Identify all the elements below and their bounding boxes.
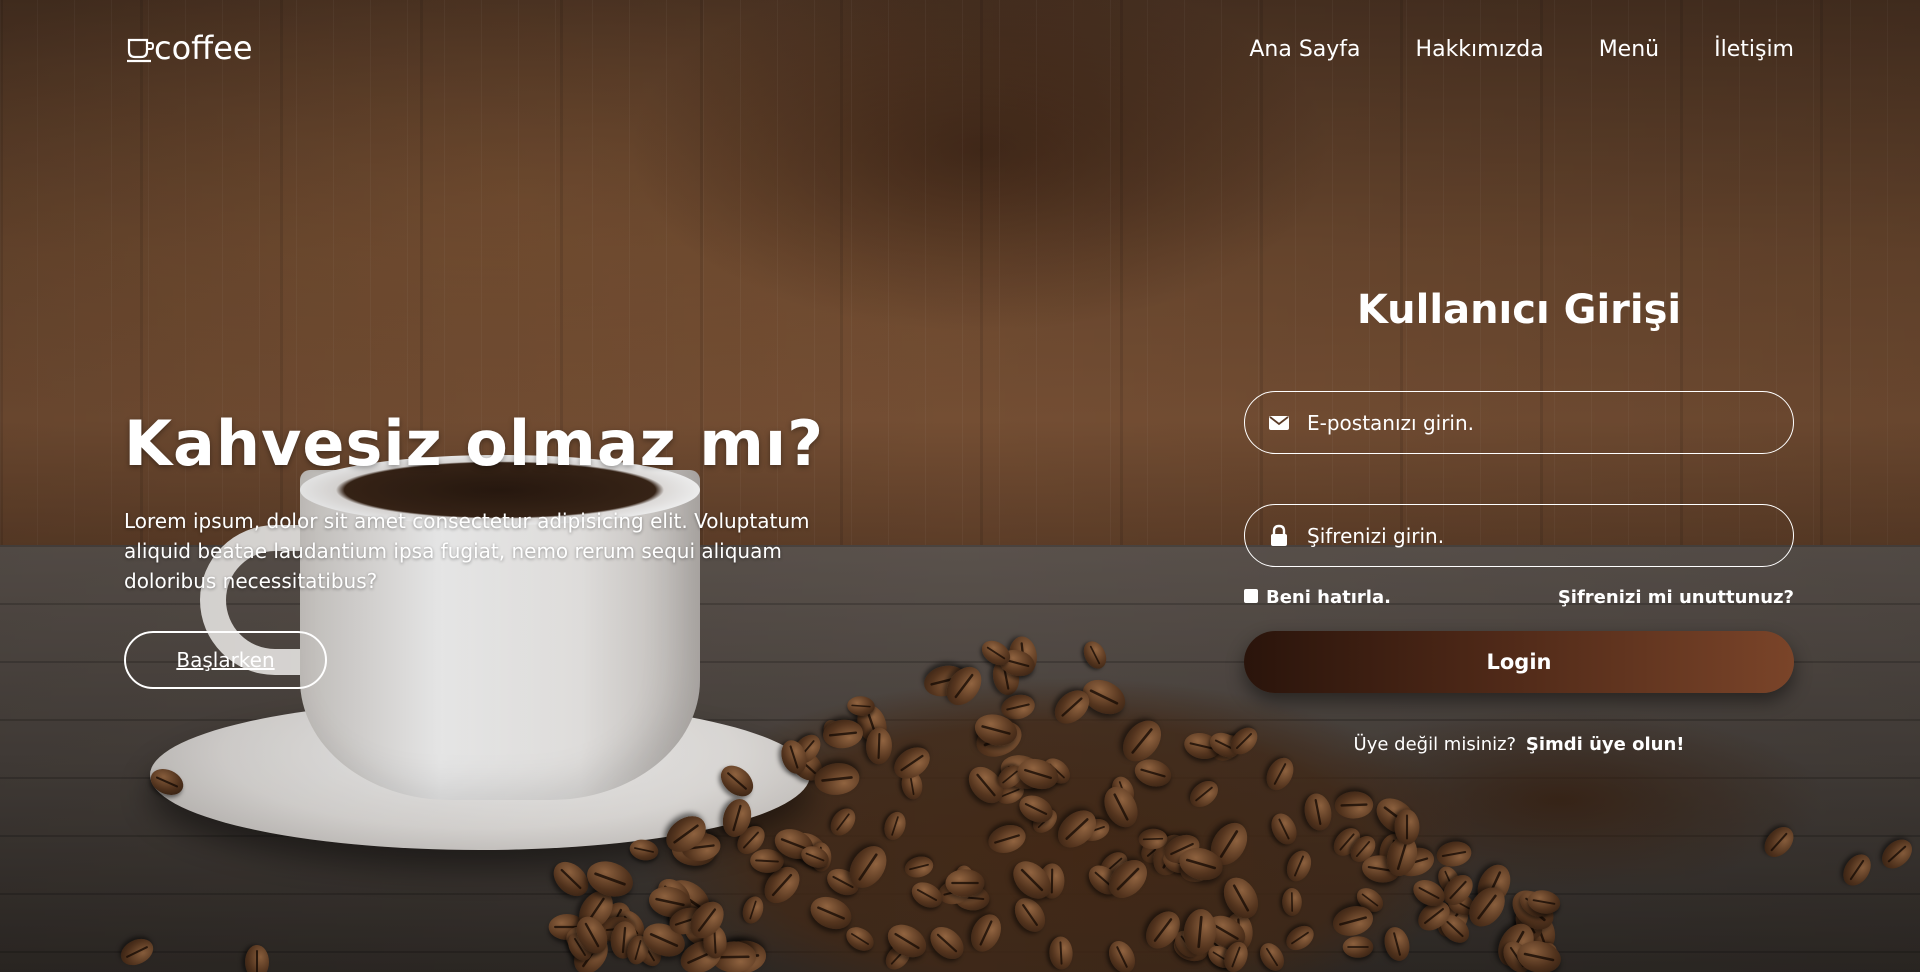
register-text: Üye değil misiniz?: [1353, 734, 1517, 755]
remember-me[interactable]: Beni hatırla.: [1244, 586, 1391, 610]
background-image: [0, 0, 1920, 972]
coffee-cup-icon: [127, 38, 155, 63]
forgot-password-link[interactable]: Şifrenizi mi unuttunuz?: [1558, 586, 1794, 610]
login-button[interactable]: Login: [1244, 631, 1794, 693]
nav-item-about[interactable]: Hakkımızda: [1416, 36, 1544, 64]
logo-text: coffee: [154, 29, 253, 67]
nav-item-menu[interactable]: Menü: [1599, 36, 1659, 64]
logo[interactable]: coffee: [126, 30, 253, 66]
envelope-icon: [1269, 415, 1289, 430]
login-title: Kullanıcı Girişi: [1356, 287, 1682, 333]
hero-description: Lorem ipsum, dolor sit amet consectetur …: [124, 509, 810, 593]
hero-title: Kahvesiz olmaz mı?: [124, 407, 825, 480]
nav-item-contact[interactable]: İletişim: [1714, 36, 1794, 64]
password-field[interactable]: [1244, 504, 1794, 567]
remember-label: Beni hatırla.: [1266, 587, 1391, 608]
email-input[interactable]: [1307, 410, 1767, 435]
password-input[interactable]: [1307, 523, 1767, 548]
lock-icon: [1271, 524, 1287, 546]
site-header: coffee Ana Sayfa Hakkımızda Menü İletişi…: [0, 0, 1920, 100]
register-prompt: Üye değil misiniz? Şimdi üye olun!: [1244, 733, 1794, 757]
register-link[interactable]: Şimdi üye olun!: [1526, 734, 1685, 755]
remember-checkbox[interactable]: [1244, 589, 1258, 603]
main-nav: Ana Sayfa Hakkımızda Menü İletişim: [1249, 36, 1794, 64]
email-field[interactable]: [1244, 391, 1794, 454]
get-started-button[interactable]: Başlarken: [124, 631, 327, 689]
nav-item-home[interactable]: Ana Sayfa: [1249, 36, 1360, 64]
